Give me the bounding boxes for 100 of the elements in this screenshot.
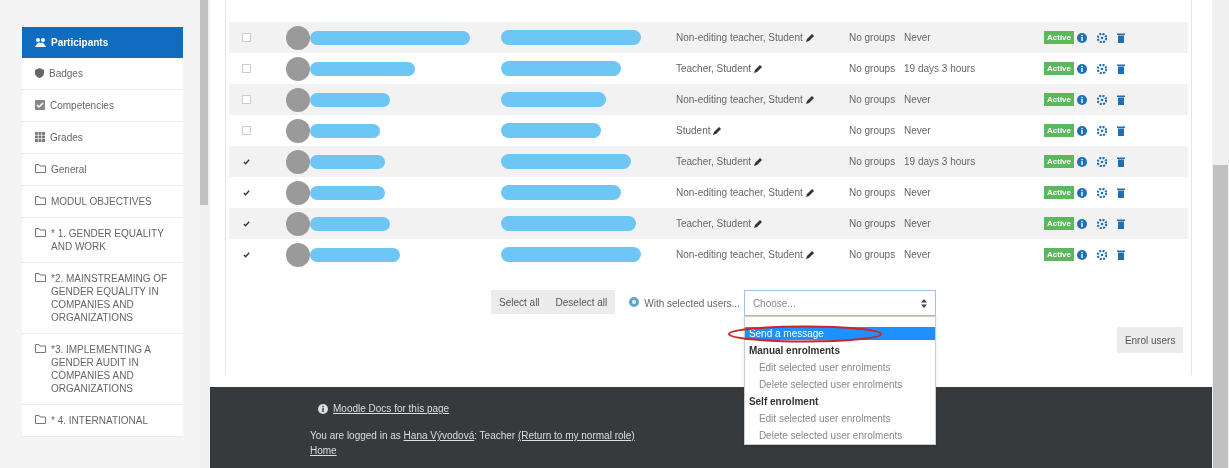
status-badge: Active bbox=[1044, 248, 1074, 261]
table-row[interactable]: Teacher, Student No groups Never Active bbox=[229, 208, 1188, 239]
info-icon[interactable] bbox=[1077, 249, 1087, 260]
folder-icon bbox=[35, 196, 46, 205]
sidebar-item[interactable]: General bbox=[22, 154, 183, 186]
groups-cell-text: No groups bbox=[849, 93, 897, 107]
row-checkbox[interactable] bbox=[242, 157, 251, 166]
trash-icon[interactable] bbox=[1117, 125, 1125, 136]
last-access-cell-text: Never bbox=[904, 124, 932, 138]
roles-cell-text: Non-editing teacher, Student bbox=[676, 31, 803, 45]
checkbox-icon bbox=[35, 100, 45, 110]
trash-icon[interactable] bbox=[1117, 187, 1125, 198]
sidebar-item[interactable]: * 1. GENDER EQUALITY AND WORK bbox=[22, 218, 183, 263]
roles-cell-text: Teacher, Student bbox=[676, 217, 752, 231]
trash-icon[interactable] bbox=[1117, 94, 1125, 105]
roles-cell-text: Non-editing teacher, Student bbox=[676, 93, 803, 107]
groups-cell-text: No groups bbox=[849, 62, 897, 76]
sidebar-item[interactable]: *3. IMPLEMENTING A GENDER AUDIT IN COMPANIES AND ORGANIZATIONS bbox=[22, 334, 183, 405]
table-row[interactable]: Non-editing teacher, Student No groups Never Active bbox=[229, 84, 1188, 115]
status-badge: Active bbox=[1044, 62, 1074, 75]
folder-icon bbox=[35, 164, 46, 173]
trash-icon[interactable] bbox=[1117, 63, 1125, 74]
info-icon[interactable] bbox=[1077, 94, 1087, 105]
pencil-icon[interactable] bbox=[805, 188, 814, 197]
status-badge: Active bbox=[1044, 186, 1074, 199]
trash-icon[interactable] bbox=[1117, 156, 1125, 167]
folder-icon bbox=[35, 228, 46, 237]
pencil-icon[interactable] bbox=[713, 126, 722, 135]
last-access-cell-text: Never bbox=[904, 248, 932, 262]
last-access-cell-text: Never bbox=[904, 186, 932, 200]
avatar-placeholder bbox=[286, 211, 310, 236]
table-row[interactable]: Non-editing teacher, Student No groups Never Active bbox=[229, 22, 1188, 53]
avatar-placeholder bbox=[286, 242, 310, 267]
avatar-placeholder bbox=[286, 25, 310, 50]
status-badge: Active bbox=[1044, 93, 1074, 106]
pencil-icon[interactable] bbox=[754, 64, 763, 73]
info-icon[interactable] bbox=[1077, 156, 1087, 167]
avatar-placeholder bbox=[286, 149, 310, 174]
last-access-cell-text: Never bbox=[904, 217, 932, 231]
status-badge: Active bbox=[1044, 31, 1074, 44]
dropdown-option[interactable]: Edit selected user enrolments bbox=[744, 412, 935, 425]
info-icon[interactable] bbox=[1077, 218, 1087, 229]
sidebar-item[interactable]: *2. MAINSTREAMING OF GENDER EQUALITY IN COMPANIES AND ORGANIZATIONS bbox=[22, 263, 183, 334]
home-link[interactable]: Home bbox=[310, 445, 337, 456]
option-group-label[interactable]: Self enrolment bbox=[744, 395, 935, 408]
info-icon[interactable] bbox=[1077, 63, 1087, 74]
roles-cell-text: Non-editing teacher, Student bbox=[676, 248, 803, 262]
avatar-placeholder bbox=[286, 180, 310, 205]
dropdown-option[interactable]: Edit selected user enrolments bbox=[744, 361, 935, 374]
grid-icon bbox=[35, 132, 45, 142]
status-badge: Active bbox=[1044, 217, 1074, 230]
sidebar-item[interactable]: Grades bbox=[22, 122, 183, 154]
table-row[interactable]: Teacher, Student No groups 19 days 3 hours Active bbox=[229, 146, 1188, 177]
pencil-icon[interactable] bbox=[754, 219, 763, 228]
dropdown-option[interactable]: Delete selected user enrolments bbox=[744, 429, 935, 442]
row-checkbox[interactable] bbox=[242, 188, 251, 197]
sidebar-item[interactable]: MODUL OBJECTIVES bbox=[22, 186, 183, 218]
pencil-icon[interactable] bbox=[754, 157, 763, 166]
select-arrows-icon bbox=[920, 298, 927, 308]
trash-icon[interactable] bbox=[1117, 249, 1125, 260]
pencil-icon[interactable] bbox=[805, 33, 814, 42]
option-group-label[interactable]: Manual enrolments bbox=[744, 344, 935, 357]
docs-link[interactable]: Moodle Docs for this page bbox=[333, 401, 450, 416]
pencil-icon[interactable] bbox=[805, 95, 814, 104]
folder-icon bbox=[35, 415, 46, 424]
groups-cell-text: No groups bbox=[849, 124, 897, 138]
groups-cell-text: No groups bbox=[849, 155, 897, 169]
info-icon[interactable] bbox=[1077, 125, 1087, 136]
enrol-users-button[interactable]: Enrol users bbox=[1116, 327, 1184, 353]
info-icon[interactable] bbox=[1077, 187, 1087, 198]
roles-cell-text: Non-editing teacher, Student bbox=[676, 186, 803, 200]
sidebar-item[interactable]: Participants bbox=[22, 27, 183, 58]
roles-cell-text: Teacher, Student bbox=[676, 62, 752, 76]
last-access-cell-text: Never bbox=[904, 93, 932, 107]
last-access-cell-text: 19 days 3 hours bbox=[904, 155, 977, 169]
dropdown-option[interactable]: Delete selected user enrolments bbox=[744, 378, 935, 391]
trash-icon[interactable] bbox=[1117, 218, 1125, 229]
groups-cell-text: No groups bbox=[849, 217, 897, 231]
pencil-icon[interactable] bbox=[805, 250, 814, 259]
last-access-cell-text: 19 days 3 hours bbox=[904, 62, 977, 76]
text-link[interactable]: (Return to my normal role) bbox=[517, 430, 635, 441]
avatar-placeholder bbox=[286, 87, 310, 112]
trash-icon[interactable] bbox=[1117, 32, 1125, 43]
row-checkbox[interactable] bbox=[242, 250, 251, 259]
sidebar-item[interactable]: * 4. INTERNATIONAL bbox=[22, 405, 183, 437]
scrollbar-thumb[interactable] bbox=[200, 0, 208, 205]
page-scrollbar-thumb[interactable] bbox=[1213, 165, 1228, 468]
groups-cell-text: No groups bbox=[849, 186, 897, 200]
info-icon bbox=[318, 403, 328, 414]
sidebar-item[interactable]: Badges bbox=[22, 58, 183, 90]
shield-icon bbox=[35, 68, 44, 78]
row-checkbox[interactable] bbox=[242, 219, 251, 228]
groups-cell-text: No groups bbox=[849, 248, 897, 262]
bulk-action-label: With selected users... bbox=[644, 297, 740, 311]
help-icon[interactable] bbox=[629, 297, 640, 307]
info-icon[interactable] bbox=[1077, 32, 1087, 43]
folder-icon bbox=[35, 273, 46, 282]
users-icon bbox=[35, 37, 46, 47]
action-select[interactable]: Choose... bbox=[743, 290, 936, 316]
sidebar-item[interactable]: Competencies bbox=[22, 90, 183, 122]
